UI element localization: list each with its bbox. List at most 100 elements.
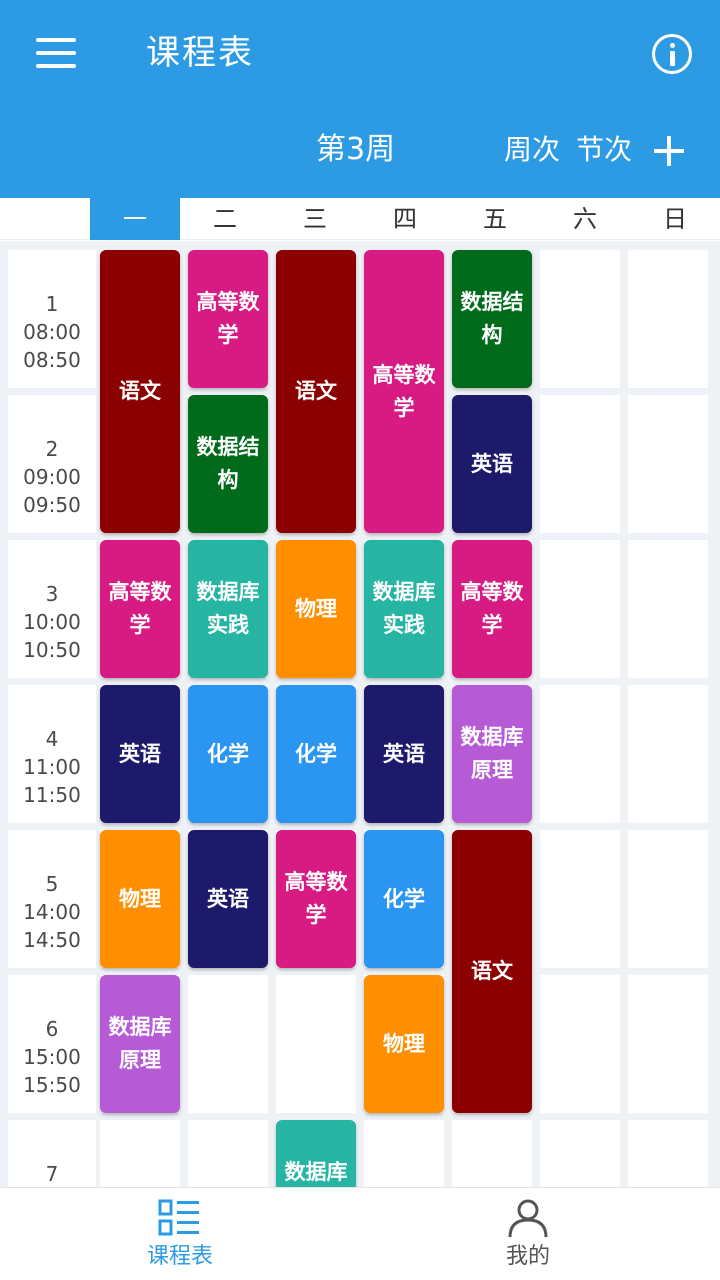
- empty-slot[interactable]: [540, 250, 620, 388]
- empty-slot[interactable]: [628, 395, 708, 533]
- section-mode-button[interactable]: 节次: [576, 130, 632, 170]
- week-mode-button[interactable]: 周次: [504, 130, 560, 170]
- course-name: 英语: [383, 741, 425, 766]
- course-block[interactable]: 数据库实践: [364, 540, 444, 678]
- course-block[interactable]: 高等数学: [188, 250, 268, 388]
- course-block[interactable]: 数据库实践: [276, 1120, 356, 1187]
- course-block[interactable]: 高等数学: [276, 830, 356, 968]
- empty-slot[interactable]: [540, 685, 620, 823]
- period-start: 10:00: [23, 610, 81, 634]
- course-block[interactable]: 物理: [364, 975, 444, 1113]
- course-name: 语文: [471, 959, 513, 983]
- period-num: 4: [45, 727, 59, 751]
- course-name: 高等数学: [196, 290, 260, 347]
- course-name: 物理: [295, 596, 337, 621]
- course-block[interactable]: 数据结构: [188, 395, 268, 533]
- course-name: 高等数学: [108, 580, 172, 637]
- profile-icon: [508, 1199, 548, 1238]
- course-block[interactable]: 英语: [452, 395, 532, 533]
- empty-slot[interactable]: [628, 685, 708, 823]
- period-num: 2: [45, 437, 59, 461]
- empty-slot[interactable]: [628, 975, 708, 1113]
- course-block[interactable]: 数据库原理: [452, 685, 532, 823]
- course-name: 数据结构: [196, 435, 260, 492]
- timetable-icon: [158, 1199, 199, 1236]
- course-block[interactable]: 化学: [276, 685, 356, 823]
- course-name: 数据库原理: [108, 1015, 172, 1072]
- weekday-4: 四: [393, 205, 417, 233]
- course-block[interactable]: 英语: [364, 685, 444, 823]
- empty-slot[interactable]: [628, 1120, 708, 1187]
- course-name: 物理: [119, 886, 161, 911]
- course-name: 英语: [471, 451, 513, 476]
- course-name: 高等数学: [460, 580, 524, 637]
- period-end: 11:50: [23, 783, 81, 807]
- course-block[interactable]: 数据结构: [452, 250, 532, 388]
- menu-icon[interactable]: [36, 38, 76, 68]
- course-block[interactable]: 语文: [276, 250, 356, 533]
- course-block[interactable]: 英语: [100, 685, 180, 823]
- nav-item-profile[interactable]: 我的: [348, 1188, 708, 1280]
- period-end: 14:50: [23, 928, 81, 952]
- period-num: 7: [45, 1162, 59, 1186]
- period-6-time: 6 15:00 15:50: [8, 975, 96, 1113]
- period-3-time: 3 10:00 10:50: [8, 540, 96, 678]
- period-start: 08:00: [23, 320, 81, 344]
- weekday-header: 一二三四五六日: [0, 198, 720, 240]
- info-icon[interactable]: [652, 34, 692, 74]
- empty-slot[interactable]: [628, 250, 708, 388]
- empty-slot[interactable]: [188, 1120, 268, 1187]
- course-block[interactable]: 数据库实践: [188, 540, 268, 678]
- nav-item-timetable[interactable]: 课程表: [0, 1188, 360, 1280]
- nav-label-profile: 我的: [505, 1244, 550, 1269]
- course-name: 数据结构: [460, 290, 524, 347]
- period-end: 08:50: [23, 348, 81, 372]
- weekday-2: 二: [213, 205, 237, 233]
- course-block[interactable]: 语文: [452, 830, 532, 1113]
- course-name: 化学: [295, 741, 337, 766]
- weekday-5: 五: [483, 205, 507, 233]
- empty-slot[interactable]: [364, 1120, 444, 1187]
- nav-label-timetable: 课程表: [146, 1244, 213, 1269]
- course-name: 物理: [383, 1031, 425, 1056]
- empty-slot[interactable]: [540, 395, 620, 533]
- course-block[interactable]: 高等数学: [364, 250, 444, 533]
- weekday-1: 一: [90, 198, 180, 240]
- course-block[interactable]: 物理: [276, 540, 356, 678]
- course-name: 语文: [295, 379, 337, 403]
- empty-slot[interactable]: [276, 975, 356, 1113]
- empty-slot[interactable]: [540, 540, 620, 678]
- course-block[interactable]: 化学: [188, 685, 268, 823]
- empty-slot[interactable]: [540, 975, 620, 1113]
- period-start: 11:00: [23, 755, 81, 779]
- course-block[interactable]: 高等数学: [452, 540, 532, 678]
- course-name: 英语: [119, 741, 161, 766]
- empty-slot[interactable]: [540, 830, 620, 968]
- period-7-time: 716:00: [8, 1120, 96, 1187]
- period-start: 15:00: [23, 1045, 81, 1069]
- course-block[interactable]: 化学: [364, 830, 444, 968]
- empty-slot[interactable]: [540, 1120, 620, 1187]
- course-block[interactable]: 物理: [100, 830, 180, 968]
- empty-slot[interactable]: [188, 975, 268, 1113]
- course-name: 数据库实践: [284, 1160, 348, 1184]
- course-block[interactable]: 语文: [100, 250, 180, 533]
- period-end: 10:50: [23, 638, 81, 662]
- add-icon[interactable]: [654, 136, 684, 166]
- course-block[interactable]: 高等数学: [100, 540, 180, 678]
- empty-slot[interactable]: [452, 1120, 532, 1187]
- course-name: 数据库实践: [372, 580, 436, 637]
- course-name: 化学: [383, 886, 425, 911]
- empty-slot[interactable]: [628, 830, 708, 968]
- app-bar: 课程表 第3周 周次 节次: [0, 0, 720, 198]
- empty-slot[interactable]: [100, 1120, 180, 1187]
- period-end: 15:50: [23, 1073, 81, 1097]
- course-block[interactable]: 英语: [188, 830, 268, 968]
- period-end: 09:50: [23, 493, 81, 517]
- current-week-label[interactable]: 第3周: [316, 128, 395, 172]
- course-block[interactable]: 数据库原理: [100, 975, 180, 1113]
- period-5-time: 5 14:00 14:50: [8, 830, 96, 968]
- bottom-navigation: 课程表 我的: [0, 1187, 720, 1280]
- empty-slot[interactable]: [628, 540, 708, 678]
- weekday-7: 日: [663, 205, 687, 233]
